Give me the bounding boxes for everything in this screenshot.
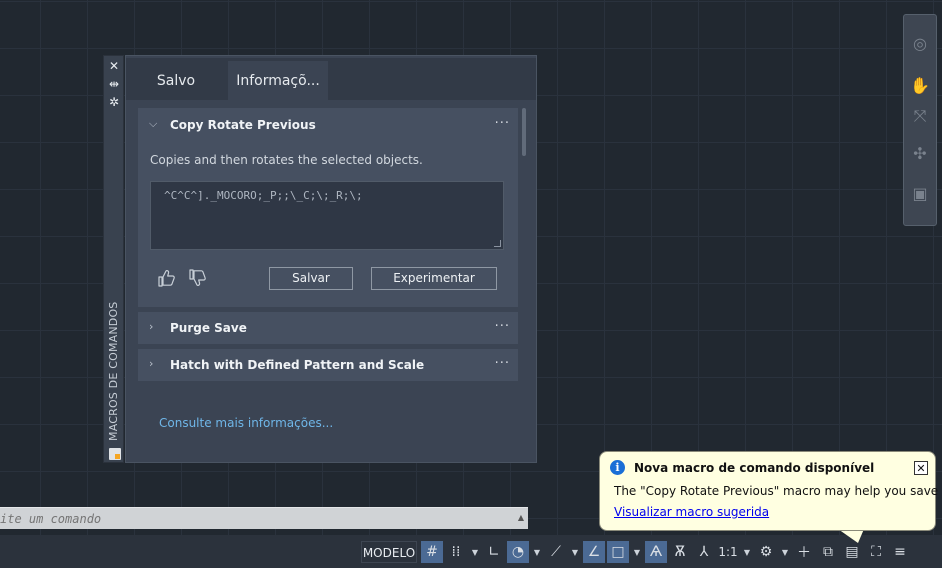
zoom-extents-icon[interactable]: ⤧ [909,105,931,127]
tab-salvo[interactable]: Salvo [126,61,226,101]
close-icon[interactable]: ✕ [914,461,928,475]
object-snap-tracking-icon[interactable]: ∠ [583,541,605,563]
more-options-icon[interactable]: ··· [495,356,510,371]
grid-icon[interactable]: # [421,541,443,563]
palette-body: Salvo Informaçõ... ⌵ Copy Rotate Previou… [125,55,537,463]
pan-hand-icon[interactable]: ✋ [909,75,931,97]
chevron-right-icon[interactable]: › [149,357,153,370]
close-icon[interactable]: ✕ [106,59,122,73]
polar-tracking-icon[interactable]: ◔ [507,541,529,563]
macro-string: ^C^C^]._MOCORO;_P;;\_C;\;_R;\; [164,189,363,202]
try-button[interactable]: Experimentar [371,267,497,290]
model-space-button[interactable]: MODELO [361,541,417,563]
scale-dropdown-icon[interactable]: ▼ [741,541,753,563]
macro-palette-icon [109,448,121,460]
workspace-gear-icon[interactable]: ⚙ [755,541,777,563]
orbit-icon[interactable]: ✣ [909,143,931,165]
palette-vertical-title: MACROS DE COMANDOS [107,301,120,442]
auto-hide-icon[interactable]: ⇹ [106,77,122,91]
isolate-objects-icon[interactable]: ⧉ [817,541,839,563]
macro-card-copy-rotate-previous: ⌵ Copy Rotate Previous ··· Copies and th… [138,108,518,307]
status-bar: MODELO # ⁞⁞ ▼ ∟ ◔ ▼ ⟋ ▼ ∠ □ ▼ Ѧ Ѫ ⅄ 1:1 … [0,535,942,568]
command-macros-palette: ✕ ⇹ ✲ MACROS DE COMANDOS Salvo Informaçõ… [103,55,537,463]
steering-wheel-icon[interactable]: ◎ [909,33,931,55]
resize-grip-icon[interactable] [494,240,501,247]
more-info-link[interactable]: Consulte mais informações... [159,416,333,430]
snap-icon[interactable]: ⁞⁞ [445,541,467,563]
fullscreen-icon[interactable]: ⛶ [865,541,887,563]
macro-description: Copies and then rotates the selected obj… [150,153,423,167]
view-suggested-macro-link[interactable]: Visualizar macro sugerida [614,505,769,519]
isodraft-dropdown-icon[interactable]: ▼ [569,541,581,563]
navigation-bar: ◎ ✋ ⤧ ✣ ▣ [903,14,937,226]
annotation-scale-icon[interactable]: ⅄ [693,541,715,563]
scrollbar[interactable] [522,108,526,156]
thumbs-down-icon[interactable] [187,268,207,288]
settings-icon[interactable]: ✲ [106,95,122,109]
macro-text-area[interactable]: ^C^C^]._MOCORO;_P;;\_C;\;_R;\; [150,181,504,250]
info-icon: i [610,460,625,475]
plus-icon[interactable]: ＋ [793,541,815,563]
status-tools: MODELO # ⁞⁞ ▼ ∟ ◔ ▼ ⟋ ▼ ∠ □ ▼ Ѧ Ѫ ⅄ 1:1 … [361,538,913,566]
command-history-arrow-icon[interactable]: ▲ [518,513,524,522]
notification-balloon: i Nova macro de comando disponível ✕ The… [599,451,942,531]
chevron-down-icon[interactable]: ⌵ [149,117,157,131]
macro-card-purge-save[interactable]: › Purge Save ··· [138,312,518,344]
tab-informacoes[interactable]: Informaçõ... [228,61,328,101]
more-options-icon[interactable]: ··· [495,319,510,334]
balloon-tail [838,529,864,543]
scale-value[interactable]: 1:1 [717,541,739,563]
object-snap-dropdown-icon[interactable]: ▼ [631,541,643,563]
workspace-dropdown-icon[interactable]: ▼ [779,541,791,563]
chevron-right-icon[interactable]: › [149,320,153,333]
more-options-icon[interactable]: ··· [495,116,510,131]
isodraft-icon[interactable]: ⟋ [545,541,567,563]
macro-card-hatch[interactable]: › Hatch with Defined Pattern and Scale ·… [138,349,518,381]
showmotion-icon[interactable]: ▣ [909,183,931,205]
hamburger-menu-icon[interactable]: ≡ [889,541,911,563]
ortho-icon[interactable]: ∟ [483,541,505,563]
auto-scale-icon[interactable]: Ѫ [669,541,691,563]
macro-title[interactable]: Hatch with Defined Pattern and Scale [170,358,424,372]
tab-bar: Salvo Informaçõ... [126,58,536,101]
balloon-message: The "Copy Rotate Previous" macro may hel… [614,484,942,498]
snap-dropdown-icon[interactable]: ▼ [469,541,481,563]
command-input[interactable] [0,508,512,530]
macro-title[interactable]: Purge Save [170,321,247,335]
macro-list: ⌵ Copy Rotate Previous ··· Copies and th… [138,108,518,388]
balloon-title: Nova macro de comando disponível [634,461,875,475]
polar-dropdown-icon[interactable]: ▼ [531,541,543,563]
macro-title[interactable]: Copy Rotate Previous [170,118,316,132]
annotation-visibility-icon[interactable]: Ѧ [645,541,667,563]
macro-notification-icon[interactable]: ▤ [841,541,863,563]
object-snap-icon[interactable]: □ [607,541,629,563]
thumbs-up-icon[interactable] [156,268,176,288]
palette-title-strip[interactable]: ✕ ⇹ ✲ MACROS DE COMANDOS [103,55,124,463]
command-line: ▲ [0,507,528,530]
save-button[interactable]: Salvar [269,267,353,290]
